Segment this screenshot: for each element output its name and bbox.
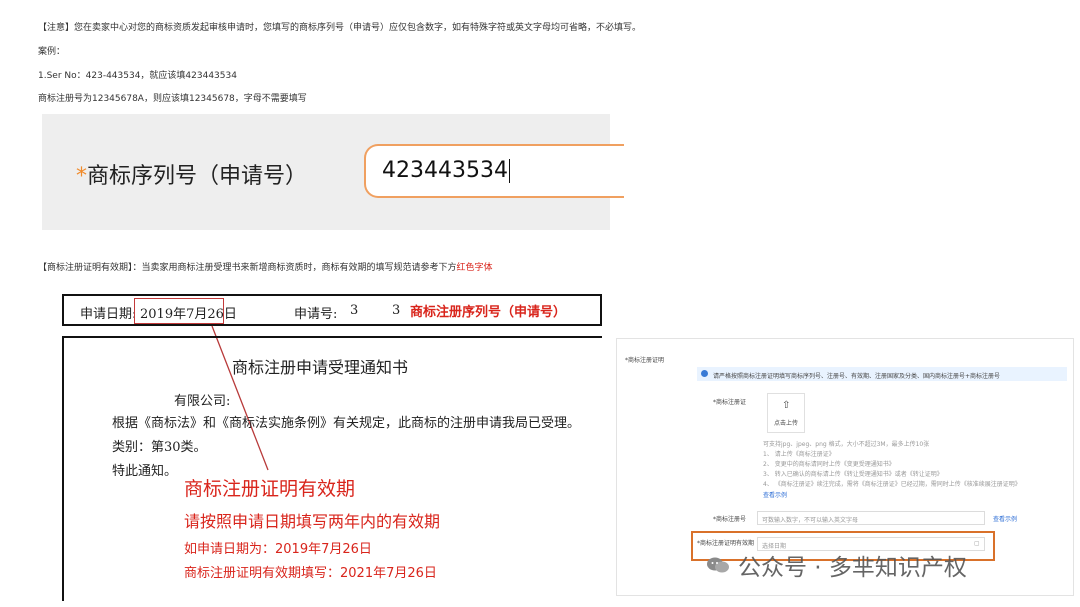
info-banner: 请严格按照商标注册证明填写商标序列号、注册号、有效期、注册国家及分类、国内商标注… xyxy=(697,367,1067,381)
example-application-date: 如申请日期为：2019年7月26日 xyxy=(184,542,372,557)
info-icon xyxy=(701,370,708,377)
upload-hint: 可支持jpg、jpeg、png 格式，大小不超过3M，最多上传10张 xyxy=(763,441,930,448)
upload-hint-3: 3、 转入已确认的商标请上传《转让受理通知书》或者《转让证明》 xyxy=(763,471,943,478)
serial-field-input[interactable]: 可数输入数字，不可以输入英文字母 xyxy=(757,511,985,525)
upload-button[interactable]: ⇧ 点击上传 xyxy=(767,393,805,433)
wechat-icon xyxy=(707,557,729,573)
upload-icon: ⇧ xyxy=(782,400,791,411)
upload-hint-2: 2、 变更中的商标请同时上传《变更受理通知书》 xyxy=(763,461,895,468)
notice-closing: 特此通知。 xyxy=(112,464,178,479)
calendar-icon: ▢ xyxy=(974,540,980,547)
serial-field-placeholder: 可数输入数字，不可以输入英文字母 xyxy=(762,517,859,524)
upload-label: 点击上传 xyxy=(774,420,799,427)
info-banner-text: 请严格按照商标注册证明填写商标序列号、注册号、有效期、注册国家及分类、国内商标注… xyxy=(713,373,1001,380)
cert-section-label: *商标注册证明 xyxy=(625,357,665,364)
cert-upload-label: *商标注册证 xyxy=(713,399,747,406)
notice-category: 类别：第30类。 xyxy=(112,440,207,455)
serial-example-link[interactable]: 查看示例 xyxy=(993,514,1017,523)
watermark-text: 公众号 · 多芈知识产权 xyxy=(738,555,967,581)
notice-title: 商标注册申请受理通知书 xyxy=(232,358,409,377)
notice-body: 根据《商标法》和《商标法实施条例》有关规定，此商标的注册申请我局已受理。 xyxy=(112,416,581,431)
upload-hint-4: 4、 《商标注册证》续注完成，需将《商标注册证》已经过期，需同时上传《核准续展注… xyxy=(763,481,1021,488)
validity-callout-title: 商标注册证明有效期 xyxy=(184,478,356,500)
validity-callout-subtitle: 请按照申请日期填写两年内的有效期 xyxy=(184,512,441,531)
validity-field-label: *商标注册证明有效期 xyxy=(697,540,755,547)
upload-hint-1: 1、 请上传《商标注册证》 xyxy=(763,451,835,458)
notice-company: 有限公司: xyxy=(174,394,231,409)
view-example-link[interactable]: 查看示例 xyxy=(763,490,787,499)
acceptance-notice-document: 商标注册申请受理通知书 有限公司: 根据《商标法》和《商标法实施条例》有关规定，… xyxy=(62,336,602,601)
serial-field-label: *商标注册号 xyxy=(713,516,747,523)
example-validity-date: 商标注册证明有效期填写：2021年7月26日 xyxy=(184,566,437,581)
